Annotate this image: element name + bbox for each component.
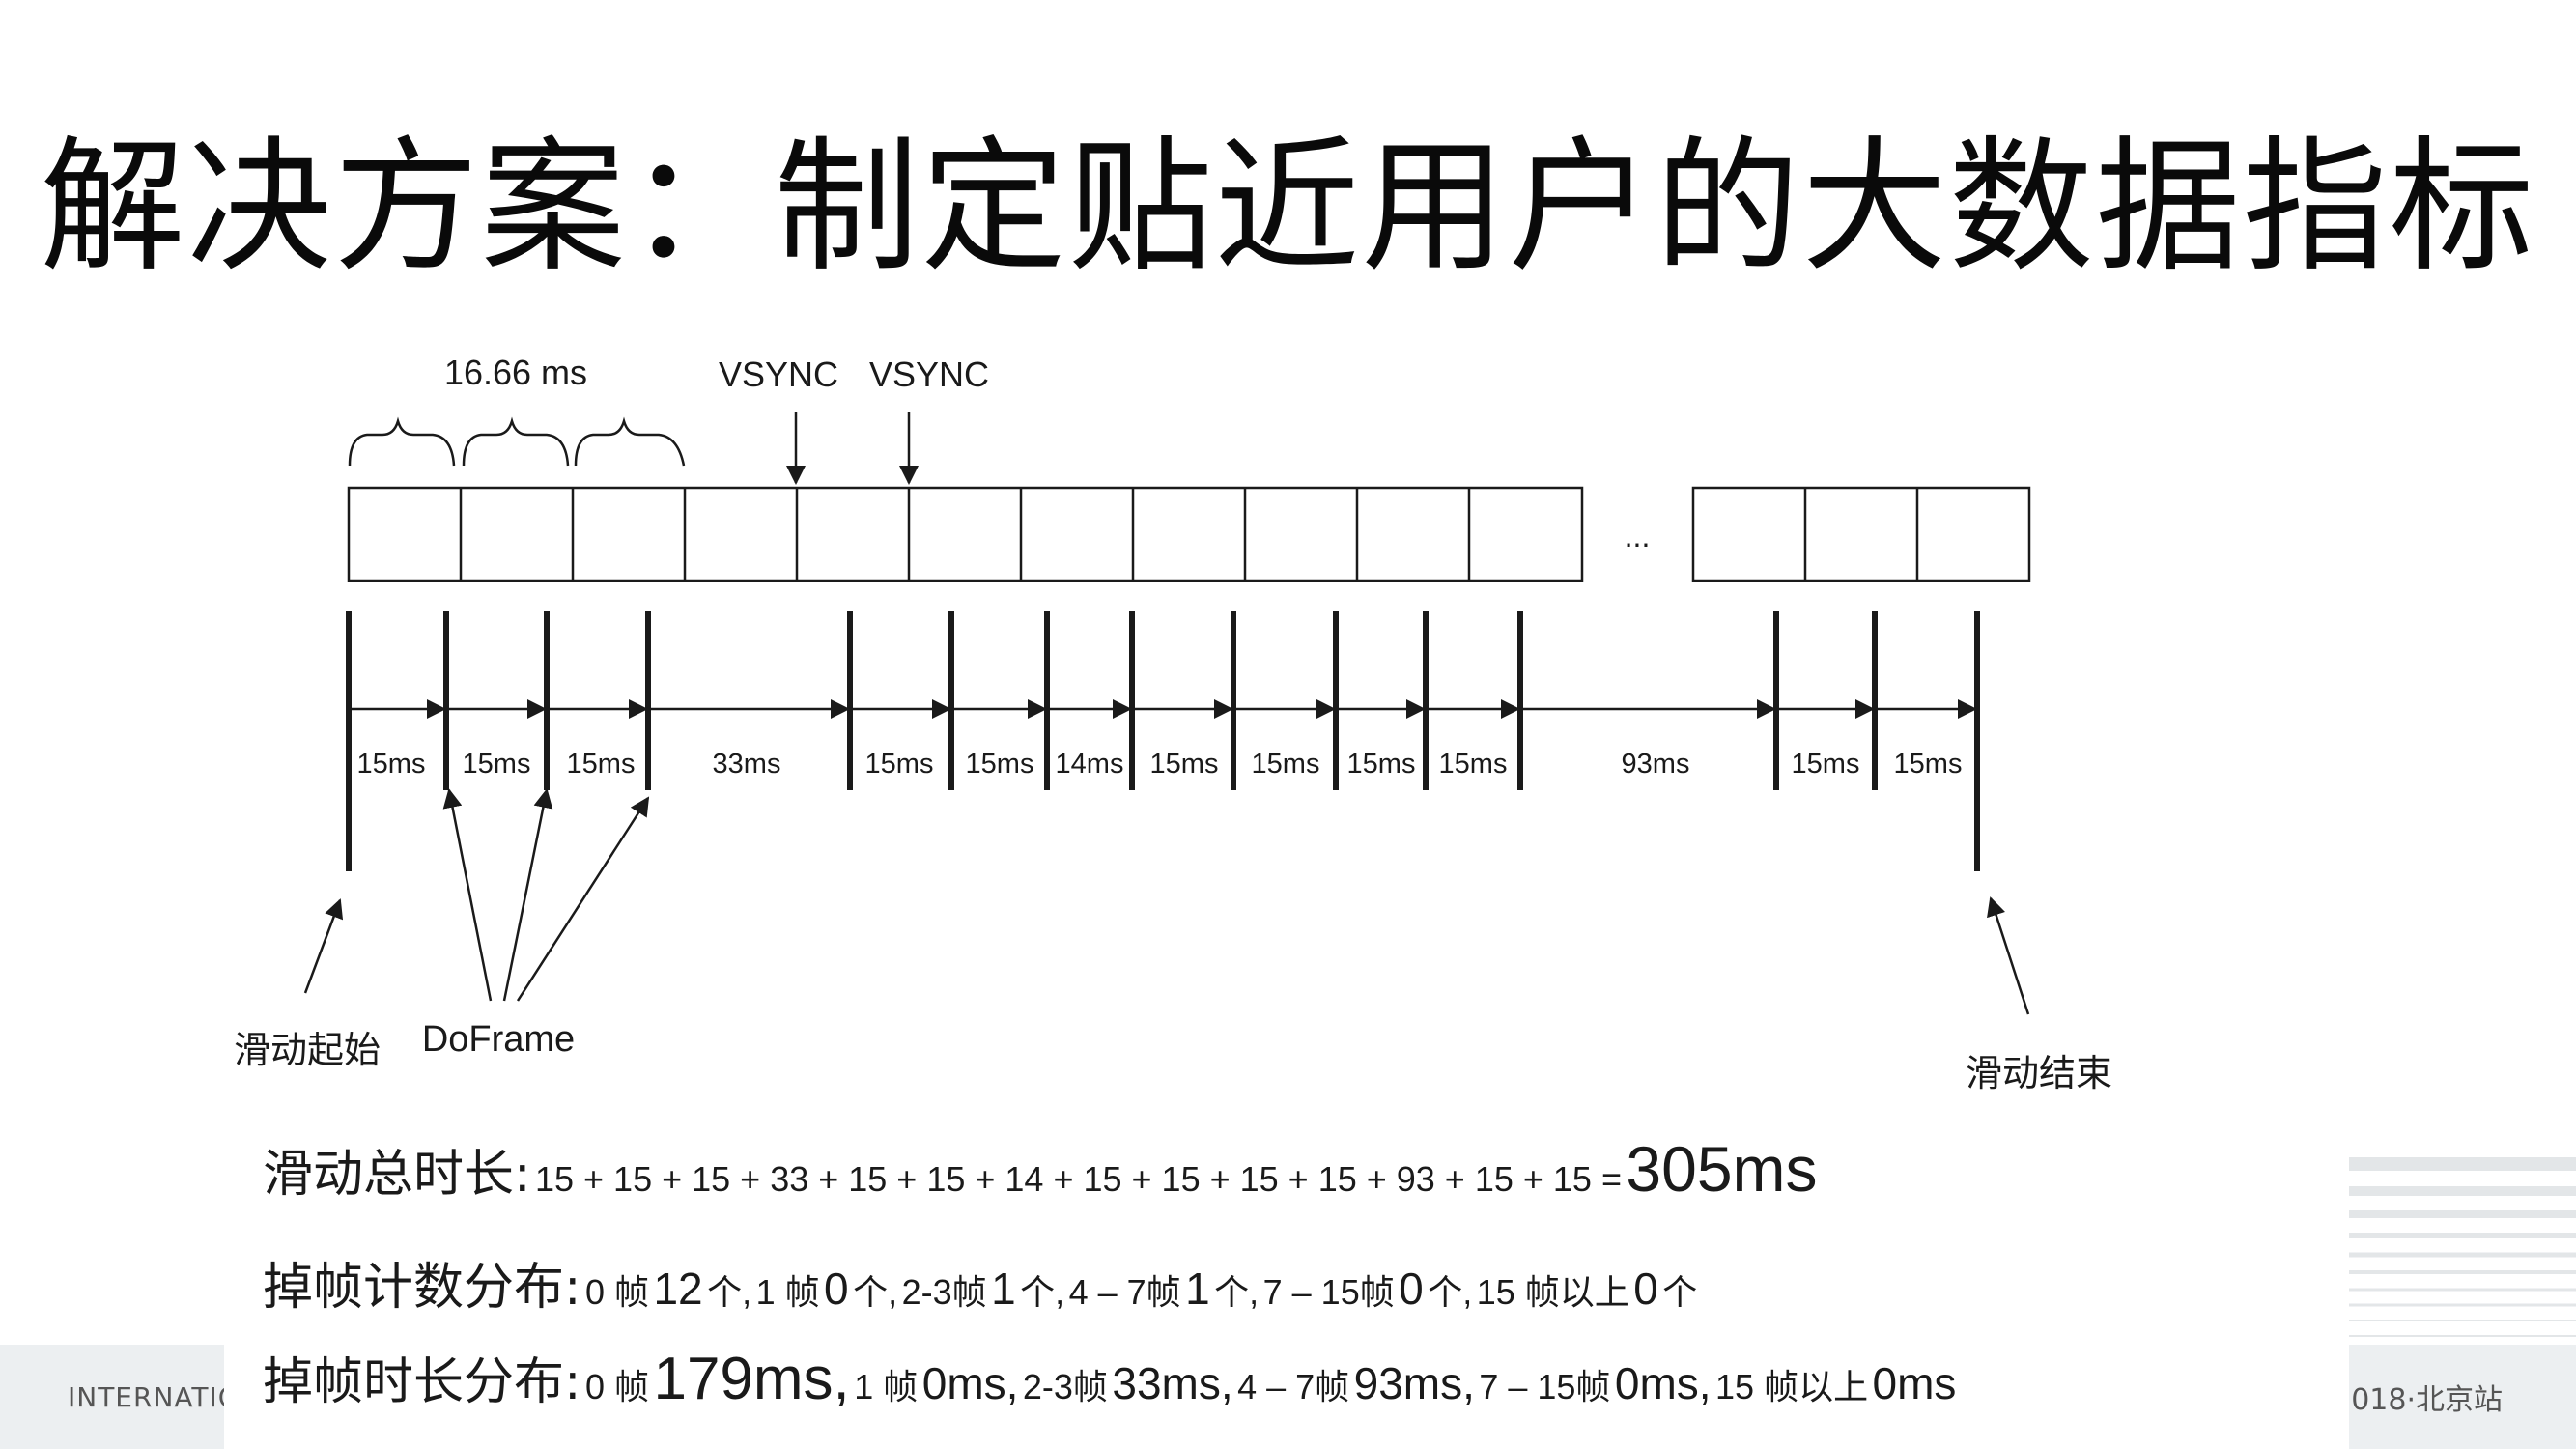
interval-label: 15ms (1347, 749, 1416, 780)
drop-count-prefix: 4 – 7帧 (1068, 1272, 1181, 1312)
drop-count-label: 掉帧计数分布: (263, 1259, 581, 1317)
interval-label: 15ms (1792, 749, 1860, 780)
footer-location: 2018·北京站 (2333, 1383, 2503, 1417)
drop-count-value: 1 (991, 1264, 1016, 1314)
drop-duration-prefix: 2-3帧 (1022, 1367, 1108, 1406)
drop-count-value: 0 (824, 1264, 849, 1314)
drop-duration-prefix: 15 帧以上 (1715, 1367, 1869, 1406)
doframe-pointer-3 (516, 796, 650, 1002)
drop-count-suffix: 个, (853, 1272, 898, 1312)
interval-label: 15ms (1252, 749, 1320, 780)
drop-duration-value: 0ms, (1614, 1358, 1712, 1408)
drop-duration-value: 33ms, (1112, 1358, 1233, 1408)
drop-duration-line: 掉帧时长分布: 0 帧 179ms, 1 帧 0ms, 2-3帧 33ms, 4… (263, 1341, 1956, 1413)
vsync-label-2: VSYNC (869, 355, 989, 394)
frame-period-label: 16.66 ms (444, 353, 587, 392)
brace-1 (348, 416, 456, 467)
interval-label: 33ms (713, 749, 781, 780)
interval-label: 15ms (567, 749, 636, 780)
interval-label: 15ms (966, 749, 1034, 780)
total-duration-label: 滑动总时长: (263, 1146, 531, 1204)
interval-label: 15ms (357, 749, 426, 780)
total-duration-result: 305ms (1626, 1133, 1818, 1205)
drop-duration-prefix: 4 – 7帧 (1237, 1367, 1350, 1406)
total-duration-line: 滑动总时长: 15 + 15 + 15 + 33 + 15 + 15 + 14 … (263, 1132, 1818, 1206)
drop-count-prefix: 2-3帧 (901, 1272, 987, 1312)
drop-duration-prefix: 0 帧 (584, 1367, 650, 1406)
drop-count-suffix: 个, (1020, 1272, 1065, 1312)
drop-count-prefix: 1 帧 (755, 1272, 820, 1312)
doframe-pointer-1 (442, 788, 493, 1002)
drop-duration-value: 0ms, (921, 1358, 1019, 1408)
drop-count-suffix: 个, (1428, 1272, 1473, 1312)
frame-ellipsis: ... (1625, 519, 1651, 554)
doframe-label: DoFrame (422, 1019, 575, 1060)
vsync-label-1: VSYNC (719, 355, 838, 394)
frame-row-left (347, 486, 1584, 582)
brace-2 (462, 416, 570, 467)
drop-duration-prefix: 1 帧 (854, 1367, 919, 1406)
frame-row-right (1691, 486, 2031, 582)
interval-label: 15ms (1150, 749, 1219, 780)
scroll-start-label: 滑动起始 (234, 1031, 381, 1071)
drop-duration-value: 93ms, (1353, 1358, 1475, 1408)
interval-label: 93ms (1622, 749, 1690, 780)
drop-count-value: 12 (653, 1264, 703, 1314)
drop-count-value: 1 (1185, 1264, 1210, 1314)
pointer-arrows (303, 788, 2030, 1015)
drop-count-value: 0 (1633, 1264, 1658, 1314)
scroll-start-pointer (303, 898, 344, 994)
decorative-stripes (2344, 1157, 2576, 1337)
scroll-end-label: 滑动结束 (1966, 1054, 2112, 1094)
drop-duration-value: 0ms (1872, 1358, 1957, 1408)
drop-count-prefix: 7 – 15帧 (1262, 1272, 1395, 1312)
doframe-pointer-2 (502, 788, 553, 1002)
scroll-end-pointer (1987, 896, 2030, 1015)
drop-count-value: 0 (1399, 1264, 1424, 1314)
drop-count-line: 掉帧计数分布: 0 帧 12 个, 1 帧 0 个, 2-3帧 1 个, 4 –… (263, 1246, 1697, 1319)
drop-count-suffix: 个 (1662, 1272, 1698, 1312)
drop-count-suffix: 个, (1214, 1272, 1260, 1312)
total-duration-formula: 15 + 15 + 15 + 33 + 15 + 15 + 14 + 15 + … (534, 1159, 1622, 1199)
drop-duration-value: 179ms, (653, 1346, 850, 1412)
interval-label: 15ms (1439, 749, 1508, 780)
drop-duration-label: 掉帧时长分布: (263, 1353, 581, 1411)
drop-duration-prefix: 7 – 15帧 (1479, 1367, 1611, 1406)
frame-timing-diagram: 16.66 ms VSYNC VSYNC ... 15ms 15ms 15ms … (234, 353, 2112, 1094)
brace-3 (574, 416, 686, 467)
interval-label: 15ms (865, 749, 934, 780)
drop-count-prefix: 15 帧以上 (1476, 1272, 1629, 1312)
interval-label: 15ms (1894, 749, 1963, 780)
interval-label: 15ms (463, 749, 531, 780)
drop-count-prefix: 0 帧 (584, 1272, 650, 1312)
frame-brace-group (348, 416, 686, 467)
drop-count-suffix: 个, (707, 1272, 752, 1312)
interval-label: 14ms (1056, 749, 1124, 780)
timeline-ticks (346, 611, 1980, 871)
